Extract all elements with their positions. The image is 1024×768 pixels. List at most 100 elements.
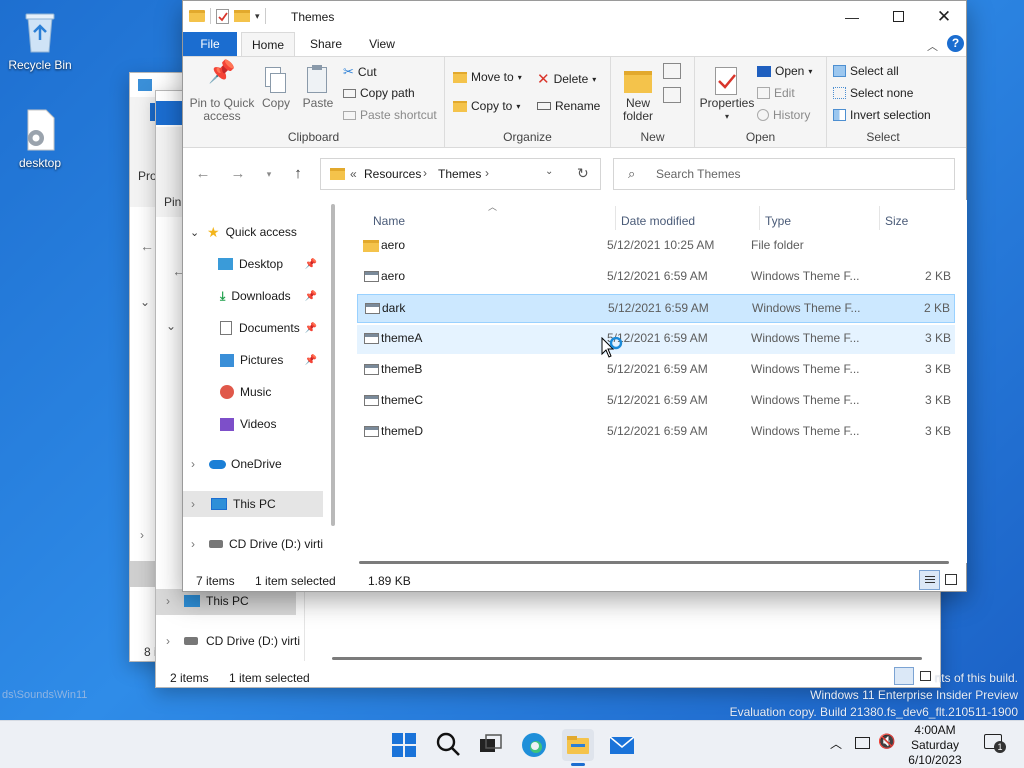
- details-view-icon[interactable]: [894, 667, 914, 685]
- new-folder-button[interactable]: New folder: [615, 65, 661, 123]
- pin-icon[interactable]: 📌: [305, 291, 317, 302]
- file-row[interactable]: themeB 5/12/2021 6:59 AM Windows Theme F..…: [357, 356, 955, 385]
- title-bar[interactable]: ▾ Themes — ✕: [183, 1, 966, 32]
- address-dropdown-icon[interactable]: ⌄: [545, 166, 553, 177]
- address-bar[interactable]: « Resources › Themes › ⌄ ↻: [320, 158, 601, 190]
- recent-locations-button[interactable]: ▾: [257, 162, 281, 186]
- invert-selection-button[interactable]: Invert selection: [833, 108, 931, 122]
- file-row[interactable]: aero 5/12/2021 10:25 AM File folder: [357, 232, 955, 261]
- nav-this-pc[interactable]: › This PC: [183, 491, 323, 517]
- move-to-button[interactable]: Move to ▾: [453, 70, 522, 84]
- properties-icon[interactable]: [216, 8, 229, 24]
- pin-quick-access-button[interactable]: 📌 Pin to Quick access: [187, 61, 257, 123]
- nav-pane-scrollbar[interactable]: [327, 200, 341, 563]
- breadcrumb-resources[interactable]: Resources: [364, 167, 421, 181]
- search-box[interactable]: ⌕ Search Themes: [613, 158, 955, 190]
- file-name: aero: [381, 238, 406, 252]
- show-hidden-icons-chevron[interactable]: ︿: [830, 735, 842, 768]
- file-row[interactable]: themeD 5/12/2021 6:59 AM Windows Theme F..…: [357, 418, 955, 447]
- overflow-chevron[interactable]: «: [350, 167, 357, 181]
- nav-music[interactable]: Music: [183, 379, 323, 405]
- back-button[interactable]: ←: [191, 162, 215, 186]
- new-item-icon[interactable]: [663, 63, 681, 79]
- taskbar: ︿ 🔇 4:00AM Saturday 6/10/2023 1: [0, 720, 1024, 768]
- pin-icon[interactable]: 📌: [305, 355, 317, 366]
- details-view-button[interactable]: [919, 570, 940, 590]
- easy-access-icon[interactable]: [663, 87, 681, 103]
- maximize-button[interactable]: [875, 1, 921, 32]
- file-row[interactable]: themeC 5/12/2021 6:59 AM Windows Theme F..…: [357, 387, 955, 416]
- clock[interactable]: 4:00AM Saturday 6/10/2023: [905, 723, 965, 768]
- mail-icon[interactable]: [606, 729, 638, 761]
- nav-cd-drive[interactable]: › CD Drive (D:) virti: [183, 531, 323, 557]
- notification-center-icon[interactable]: 1: [984, 734, 1006, 753]
- tab-view[interactable]: View: [357, 32, 407, 56]
- large-icons-view-icon[interactable]: [920, 671, 931, 681]
- properties-button[interactable]: Properties ▾: [699, 65, 755, 123]
- close-button[interactable]: ✕: [921, 1, 967, 32]
- copy-to-button[interactable]: Copy to ▾: [453, 99, 520, 113]
- breadcrumb-themes[interactable]: Themes: [438, 167, 481, 181]
- network-icon[interactable]: [855, 737, 870, 749]
- nav-onedrive[interactable]: › OneDrive: [183, 451, 323, 477]
- nav-cd-drive[interactable]: › CD Drive (D:) virti: [156, 629, 301, 655]
- nav-quick-access[interactable]: ⌄ ★ Quick access: [183, 219, 323, 245]
- minimize-button[interactable]: —: [829, 1, 875, 32]
- properties-fragment: Pro: [138, 169, 157, 183]
- file-row[interactable]: aero 5/12/2021 6:59 AM Windows Theme F... 2…: [357, 263, 955, 292]
- horizontal-scrollbar[interactable]: [332, 657, 922, 660]
- history-button[interactable]: History: [757, 108, 810, 122]
- help-icon[interactable]: ?: [947, 35, 964, 52]
- delete-button[interactable]: ✕ Delete ▾: [537, 70, 596, 88]
- pin-icon[interactable]: 📌: [305, 259, 317, 270]
- copy-path-button[interactable]: Copy path: [343, 86, 415, 100]
- file-row[interactable]: dark 5/12/2021 6:59 AM Windows Theme F... 2…: [357, 294, 955, 323]
- tab-file[interactable]: File: [183, 32, 237, 56]
- theme-file-icon: [364, 271, 379, 282]
- large-icons-view-button[interactable]: [945, 574, 957, 585]
- file-type: Windows Theme F...: [751, 393, 860, 407]
- tab-share[interactable]: Share: [301, 32, 351, 56]
- open-button[interactable]: Open ▾: [757, 64, 812, 78]
- file-row[interactable]: themeA 5/12/2021 6:59 AM Windows Theme F..…: [357, 325, 955, 354]
- theme-file-icon: [364, 333, 379, 344]
- watermark-line-1: nts of this build.: [934, 671, 1018, 685]
- task-view-button[interactable]: [474, 729, 506, 761]
- select-none-button[interactable]: Select none: [833, 86, 913, 100]
- volume-muted-icon[interactable]: 🔇: [878, 733, 895, 768]
- rename-button[interactable]: Rename: [537, 99, 600, 113]
- file-type: File folder: [751, 238, 804, 252]
- file-date-modified: 5/12/2021 6:59 AM: [607, 424, 708, 438]
- cut-button[interactable]: ✂ Cut: [343, 64, 377, 80]
- copy-button[interactable]: Copy: [257, 65, 295, 110]
- window-title: Themes: [291, 10, 335, 24]
- desktop-icon-recycle-bin[interactable]: Recycle Bin: [0, 10, 80, 72]
- nav-pictures[interactable]: Pictures 📌: [183, 347, 323, 373]
- edge-browser-icon[interactable]: [518, 729, 550, 761]
- select-all-button[interactable]: Select all: [833, 64, 899, 78]
- desktop-icon-desktop[interactable]: desktop: [0, 108, 80, 170]
- open-icon: [757, 65, 771, 77]
- refresh-icon[interactable]: ↻: [577, 165, 589, 182]
- nav-downloads[interactable]: ⤓ Downloads 📌: [183, 283, 323, 309]
- start-button[interactable]: [388, 729, 420, 761]
- tab-home[interactable]: Home: [241, 32, 295, 56]
- customize-toolbar-icon[interactable]: ▾: [255, 11, 260, 22]
- file-explorer-window[interactable]: ▾ Themes — ✕ File Home Share View ︿ ? 📌 …: [182, 0, 967, 592]
- nav-videos[interactable]: Videos: [183, 411, 323, 437]
- paste-button[interactable]: Paste: [299, 65, 337, 110]
- move-to-icon: [453, 71, 467, 83]
- paste-shortcut-button[interactable]: Paste shortcut: [343, 108, 437, 122]
- forward-button[interactable]: →: [226, 162, 250, 186]
- horizontal-scrollbar[interactable]: [359, 561, 949, 564]
- pin-icon[interactable]: 📌: [305, 323, 317, 334]
- breadcrumb-chevron-icon[interactable]: ›: [485, 166, 489, 180]
- edit-button[interactable]: Edit: [757, 86, 795, 100]
- up-button[interactable]: ↑: [286, 162, 310, 186]
- search-button[interactable]: [432, 729, 464, 761]
- nav-documents[interactable]: Documents 📌: [183, 315, 323, 341]
- nav-desktop[interactable]: Desktop 📌: [183, 251, 323, 277]
- file-explorer-taskbar-icon[interactable]: [562, 729, 594, 766]
- new-folder-icon[interactable]: [234, 10, 250, 22]
- collapse-ribbon-icon[interactable]: ︿: [927, 38, 938, 54]
